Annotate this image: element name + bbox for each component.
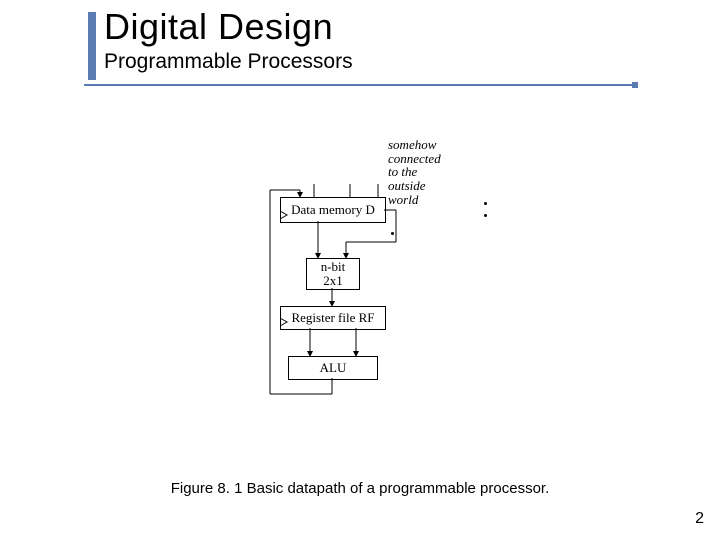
title-accent-bar bbox=[88, 12, 96, 80]
page-title: Digital Design bbox=[104, 6, 333, 48]
datapath-diagram: somehow connected to the outside world D… bbox=[270, 150, 500, 410]
page-number: 2 bbox=[695, 510, 704, 528]
page-subtitle: Programmable Processors bbox=[104, 50, 353, 74]
title-underline bbox=[84, 84, 636, 86]
figure-caption: Figure 8. 1 Basic datapath of a programm… bbox=[0, 480, 720, 497]
diagram-wires bbox=[270, 150, 500, 410]
